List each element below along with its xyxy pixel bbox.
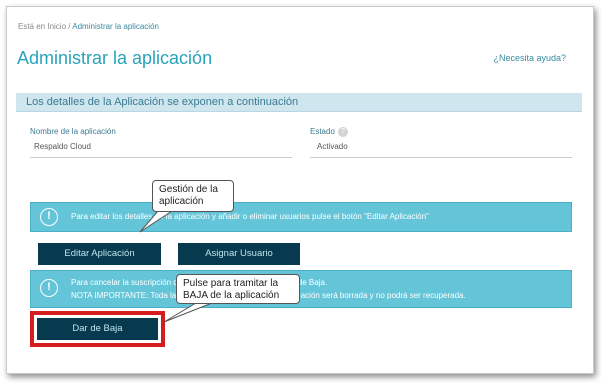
callout-pointers bbox=[139, 210, 213, 323]
edit-callout: Gestión de la aplicación bbox=[152, 180, 234, 212]
edit-callout-pointer bbox=[139, 210, 174, 233]
unsubscribe-callout: Pulse para tramitar la BAJA de la aplica… bbox=[176, 274, 300, 304]
unsubscribe-callout-pointer bbox=[163, 302, 213, 323]
